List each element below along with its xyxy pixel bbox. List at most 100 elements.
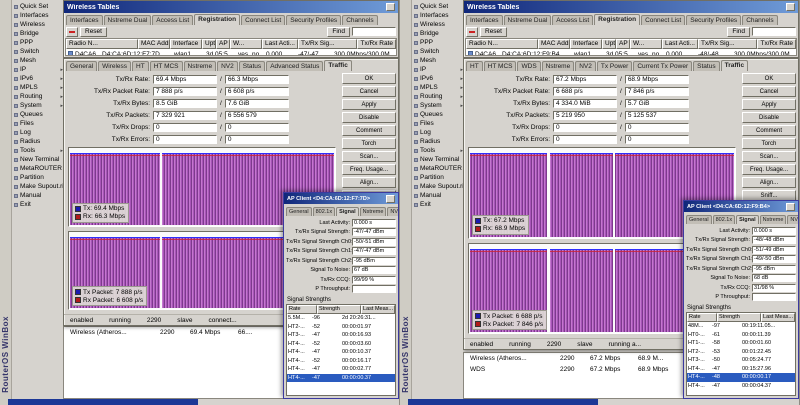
dialog-button[interactable]: Cancel xyxy=(342,86,396,97)
tab[interactable]: HT xyxy=(132,61,149,71)
registration-row[interactable]: D4CA6... D4:CA:6D:12:F9:B4 wlan1 3d 05:5… xyxy=(466,49,796,56)
sidebar-item[interactable]: Make Supout.rif xyxy=(412,182,463,191)
signal-row[interactable]: HT4-... -47 00:15:27.96 xyxy=(687,365,795,374)
signal-row[interactable]: 48M... -97 00:19:11.05... xyxy=(687,322,795,331)
tab[interactable]: Nstreme xyxy=(542,61,575,71)
tab[interactable]: Traffic xyxy=(324,60,352,71)
sidebar-item[interactable]: MetaROUTER xyxy=(12,164,63,173)
sidebar-item[interactable]: Mesh xyxy=(412,56,463,65)
tab[interactable]: Status xyxy=(239,61,265,71)
dialog-button[interactable]: Disable xyxy=(742,112,796,123)
column-header[interactable]: MAC Address xyxy=(538,39,570,49)
tab[interactable]: Channels xyxy=(742,15,777,25)
tab[interactable]: NV2 xyxy=(387,207,398,216)
signal-row[interactable]: 5.5M... -96 2d 20:26:31... xyxy=(287,314,395,323)
sidebar-item[interactable]: Wireless xyxy=(12,20,63,29)
sidebar-item[interactable]: Interfaces xyxy=(412,11,463,20)
sidebar-item[interactable]: Partition xyxy=(412,173,463,182)
tab[interactable]: Signal xyxy=(736,215,759,224)
sidebar-item[interactable]: PPP xyxy=(412,38,463,47)
sidebar-item[interactable]: Quick Set xyxy=(12,2,63,11)
signal-row[interactable]: HT2-... -53 00:01:22.45 xyxy=(687,348,795,357)
tab[interactable]: General xyxy=(66,61,97,71)
column-header[interactable]: AP xyxy=(616,39,630,49)
wireless-tables-titlebar[interactable]: Wireless Tables xyxy=(64,1,398,13)
tab[interactable]: Signal xyxy=(336,207,359,216)
sidebar-item[interactable]: Mesh xyxy=(12,56,63,65)
column-header[interactable]: Tx/Rx Rate xyxy=(357,39,396,49)
sidebar-item[interactable]: MPLS ▸ xyxy=(12,83,63,92)
signal-row[interactable]: HT2-... -52 00:00:01.97 xyxy=(287,323,395,332)
column-header[interactable]: Last Meas... xyxy=(361,305,395,314)
sidebar-item[interactable]: Wireless xyxy=(412,20,463,29)
tab[interactable]: NV2 xyxy=(217,61,238,71)
tab[interactable]: Connect List xyxy=(641,15,685,25)
dialog-button[interactable]: Align... xyxy=(742,177,796,188)
sidebar-item[interactable]: Make Supout.rif xyxy=(12,182,63,191)
dialog-button[interactable]: Freq. Usage... xyxy=(742,164,796,175)
tab[interactable]: Security Profiles xyxy=(286,15,341,25)
tab[interactable]: Current Tx Power xyxy=(633,61,692,71)
ap-client-titlebar[interactable]: AP Client <D4:CA:6D:12:F9:B4> xyxy=(684,201,798,212)
tab[interactable]: Interfaces xyxy=(466,15,503,25)
sidebar-item[interactable]: IP ▸ xyxy=(12,65,63,74)
sidebar-item[interactable]: IPv6 ▸ xyxy=(12,74,63,83)
dialog-button[interactable]: Apply xyxy=(342,99,396,110)
column-header[interactable]: Last Acti... xyxy=(262,39,298,49)
find-filter-box[interactable] xyxy=(352,27,396,36)
tab[interactable]: Nstreme xyxy=(184,61,217,71)
sidebar-item[interactable]: Manual xyxy=(12,191,63,200)
sidebar-item[interactable]: New Terminal xyxy=(412,155,463,164)
tab[interactable]: Traffic xyxy=(721,60,749,71)
sidebar-item[interactable]: Routing ▸ xyxy=(12,92,63,101)
close-icon[interactable] xyxy=(786,203,795,211)
sidebar-item[interactable]: Radius xyxy=(412,137,463,146)
signal-row[interactable]: HT0-... -61 00:00:11.39 xyxy=(687,331,795,340)
column-header[interactable]: Interface xyxy=(570,39,602,49)
column-header[interactable]: W... xyxy=(630,39,662,49)
tab[interactable]: HT xyxy=(466,61,483,71)
sidebar-item[interactable]: System ▸ xyxy=(12,101,63,110)
remove-button[interactable] xyxy=(66,27,78,37)
tab[interactable]: Nstreme xyxy=(760,215,787,224)
tab[interactable]: Access List xyxy=(552,15,593,25)
sidebar-item[interactable]: Bridge xyxy=(412,29,463,38)
sidebar-item[interactable]: Radius xyxy=(12,137,63,146)
close-icon[interactable] xyxy=(386,3,395,11)
signal-row[interactable]: HT3-... -47 00:00:16.93 xyxy=(287,331,395,340)
reset-button[interactable]: Reset xyxy=(480,27,507,37)
signal-row[interactable]: HT3-... -50 00:05:24.77 xyxy=(687,356,795,365)
reset-button[interactable]: Reset xyxy=(80,27,107,37)
tab[interactable]: Tx Power xyxy=(597,61,632,71)
signal-row[interactable]: HT4-... -52 00:00:03.60 xyxy=(287,340,395,349)
sidebar-item[interactable]: PPP xyxy=(12,38,63,47)
tab[interactable]: Advanced Status xyxy=(266,61,323,71)
sidebar-item[interactable]: Files xyxy=(12,119,63,128)
signal-row[interactable]: HT4-... -47 00:00:10.37 xyxy=(287,348,395,357)
column-header[interactable]: Strength xyxy=(717,313,761,322)
sidebar-item[interactable]: Queues xyxy=(412,110,463,119)
column-header[interactable]: Uptime xyxy=(602,39,616,49)
tab[interactable]: NV2 xyxy=(575,61,596,71)
tab[interactable]: Status xyxy=(693,61,719,71)
wireless-tables-titlebar[interactable]: Wireless Tables xyxy=(464,1,798,13)
column-header[interactable]: Last Meas... xyxy=(761,313,795,322)
tab[interactable]: General xyxy=(286,207,312,216)
column-header[interactable]: Radio N... xyxy=(466,39,538,49)
tab[interactable]: WDS xyxy=(517,61,540,71)
tab[interactable]: Nstreme Dual xyxy=(104,15,152,25)
sidebar-item[interactable]: System ▸ xyxy=(412,101,463,110)
signal-row[interactable]: HT1-... -58 00:00:01.60 xyxy=(687,339,795,348)
column-header[interactable]: Interface xyxy=(170,39,202,49)
sidebar-item[interactable]: Exit xyxy=(412,200,463,209)
registration-row[interactable]: D4CA6... D4:CA:6D:12:F7:7D wlan1 3d 05:5… xyxy=(66,49,396,56)
tab[interactable]: Channels xyxy=(342,15,377,25)
signal-row[interactable]: HT4-... -52 00:00:16.17 xyxy=(287,357,395,366)
column-header[interactable]: Tx/Rx Sig... xyxy=(698,39,757,49)
find-button[interactable]: Find xyxy=(327,27,350,37)
sidebar-item[interactable]: IP ▸ xyxy=(412,65,463,74)
sidebar-item[interactable]: Queues xyxy=(12,110,63,119)
sidebar-item[interactable]: Interfaces xyxy=(12,11,63,20)
find-button[interactable]: Find xyxy=(727,27,750,37)
sidebar-item[interactable]: Log xyxy=(412,128,463,137)
